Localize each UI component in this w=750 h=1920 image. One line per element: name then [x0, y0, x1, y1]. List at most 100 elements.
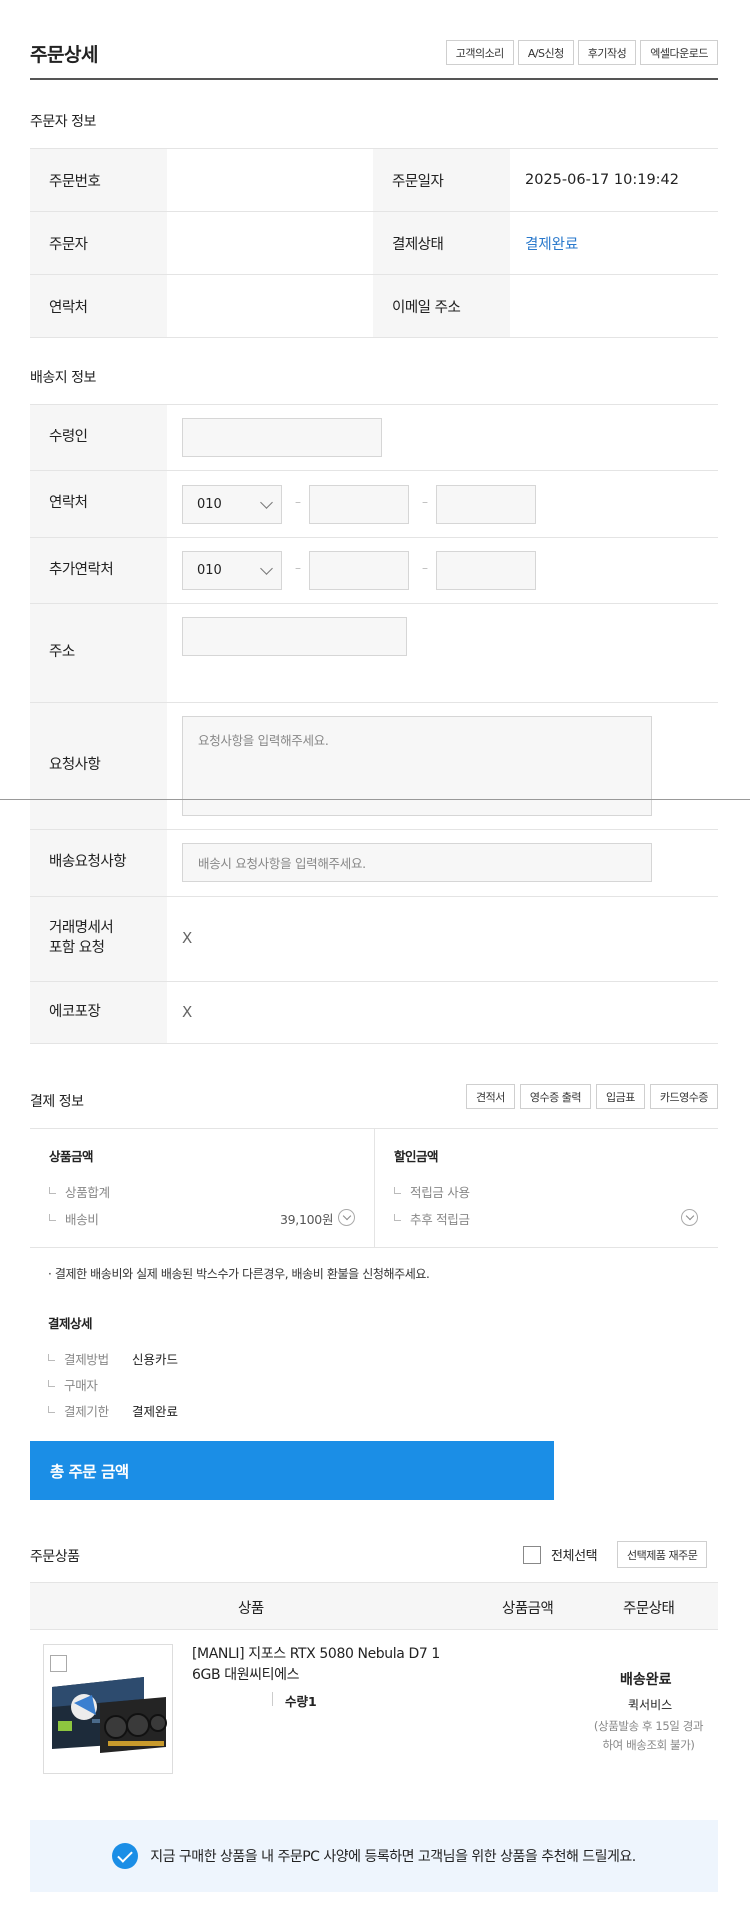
order-date-label: 주문일자	[373, 149, 510, 211]
recipient-label: 수령인	[30, 405, 167, 470]
discount-head: 할인금액	[394, 1149, 439, 1164]
print-receipt-button[interactable]: 영수증 출력	[519, 1084, 592, 1109]
ship-row: 배송요청사항 배송시 요청사항을 입력해주세요.	[30, 830, 718, 897]
eco-packaging-value: X	[182, 1003, 193, 1021]
products-table-header: 상품 상품금액 주문상태	[30, 1583, 718, 1630]
customer-voice-button[interactable]: 고객의소리	[445, 40, 514, 65]
header-actions: 고객의소리 A/S신청 후기작성 엑셀다운로드	[445, 40, 718, 65]
statement-label-line1: 거래명세서	[49, 920, 114, 937]
horizontal-rule	[0, 799, 750, 800]
page-title: 주문상세	[30, 44, 98, 66]
title-divider	[30, 78, 718, 80]
total-order-amount-bar: 총 주문 금액	[30, 1441, 554, 1500]
pc-recommend-text: 지금 구매한 상품을 내 주문PC 사양에 등록하면 고객님을 위한 상품을 추…	[150, 1849, 636, 1865]
payment-deadline-value: 결제완료	[132, 1404, 179, 1419]
statement-label-line2: 포함 요청	[49, 940, 105, 956]
payment-method-row: 결제방법 신용카드	[48, 1349, 178, 1368]
shipping-fee-row: 배송비	[49, 1209, 99, 1228]
excel-download-button[interactable]: 엑셀다운로드	[640, 40, 718, 65]
reorder-selected-button[interactable]: 선택제품 재주문	[617, 1541, 708, 1568]
email-label: 이메일 주소	[373, 275, 510, 337]
check-circle-icon	[112, 1843, 139, 1869]
chevron-down-icon	[260, 496, 273, 509]
chevron-down-icon	[260, 562, 273, 575]
address-label: 주소	[30, 604, 167, 702]
eco-packaging-label: 에코포장	[30, 982, 167, 1043]
contact-prefix-value: 010	[197, 497, 222, 512]
extra-contact-mid-input[interactable]	[309, 551, 409, 590]
ship-row: 주소	[30, 604, 718, 703]
dash-separator: –	[295, 561, 301, 575]
write-review-button[interactable]: 후기작성	[577, 40, 637, 65]
order-products-title: 주문상품	[30, 1549, 80, 1565]
info-row: 주문번호 주문일자 2025-06-17 10:19:42	[30, 149, 718, 212]
as-request-button[interactable]: A/S신청	[517, 40, 574, 65]
shipping-info-table: 수령인 연락처 010 – – 추가연락처 010 – – 주소 요청사항 요청…	[30, 404, 718, 1044]
order-number-value	[167, 149, 373, 211]
dash-separator: –	[422, 561, 428, 575]
shipping-refund-note: · 결제한 배송비와 실제 배송된 박스수가 다른경우, 배송비 환불을 신청해…	[48, 1267, 430, 1281]
extra-contact-prefix-select[interactable]: 010	[182, 551, 282, 590]
payment-actions: 견적서 영수증 출력 입금표 카드영수증	[466, 1084, 718, 1109]
estimate-button[interactable]: 견적서	[466, 1084, 515, 1109]
request-textarea[interactable]: 요청사항을 입력해주세요.	[182, 716, 652, 816]
contact-prefix-select[interactable]: 010	[182, 485, 282, 524]
order-status: 배송완료	[620, 1672, 672, 1688]
deposit-slip-button[interactable]: 입금표	[596, 1084, 645, 1109]
carrier-name: 퀵서비스	[628, 1698, 673, 1712]
dash-separator: –	[422, 495, 428, 509]
delivery-request-label: 배송요청사항	[30, 830, 167, 896]
payment-detail-head: 결제상세	[48, 1316, 93, 1331]
product-checkbox[interactable]	[50, 1655, 67, 1672]
payment-status-value: 결제완료	[525, 236, 579, 253]
col-price: 상품금액	[502, 1601, 554, 1617]
ship-row: 거래명세서 포함 요청 X	[30, 897, 718, 982]
col-product: 상품	[238, 1601, 264, 1617]
extra-contact-label: 추가연락처	[30, 538, 167, 603]
expand-chevron-icon[interactable]	[681, 1209, 698, 1226]
delivery-request-input[interactable]: 배송시 요청사항을 입력해주세요.	[182, 843, 652, 882]
order-products-table: 상품 상품금액 주문상태 [MANLI] 지포스 RTX 5080 Nebula…	[30, 1582, 718, 1835]
contact-last-input[interactable]	[436, 485, 536, 524]
ship-row: 추가연락처 010 – –	[30, 538, 718, 604]
contact-mid-input[interactable]	[309, 485, 409, 524]
info-row: 주문자 결제상태 결제완료	[30, 212, 718, 275]
product-thumbnail[interactable]	[43, 1644, 173, 1774]
shipping-info-title: 배송지 정보	[30, 370, 96, 386]
expand-chevron-icon[interactable]	[338, 1209, 355, 1226]
order-number-label: 주문번호	[30, 149, 167, 211]
payment-status-label: 결제상태	[373, 212, 510, 274]
request-placeholder: 요청사항을 입력해주세요.	[198, 733, 329, 748]
column-divider	[374, 1129, 375, 1247]
payment-info-title: 결제 정보	[30, 1094, 84, 1110]
payment-method-value: 신용카드	[132, 1352, 179, 1367]
shipping-fee-value: 39,100원	[280, 1212, 334, 1227]
select-all[interactable]: 전체선택	[523, 1545, 598, 1564]
product-quantity: 수량1	[285, 1694, 317, 1709]
payment-deadline-row: 결제기한 결제완료	[48, 1401, 178, 1420]
product-name[interactable]: [MANLI] 지포스 RTX 5080 Nebula D7 1 6GB 대원씨…	[192, 1644, 440, 1686]
ship-row: 연락처 010 – –	[30, 471, 718, 538]
statement-label: 거래명세서 포함 요청	[30, 897, 167, 981]
dash-separator: –	[295, 495, 301, 509]
pc-recommend-banner[interactable]: 지금 구매한 상품을 내 주문PC 사양에 등록하면 고객님을 위한 상품을 추…	[30, 1820, 718, 1892]
ship-row: 수령인	[30, 405, 718, 471]
statement-value: X	[182, 929, 193, 947]
table-row: [MANLI] 지포스 RTX 5080 Nebula D7 1 6GB 대원씨…	[30, 1630, 718, 1835]
contact-label: 연락처	[30, 275, 167, 337]
payment-summary: 상품금액 상품합계 배송비 39,100원 할인금액 적립금 사용 추후 적립금	[30, 1128, 718, 1248]
select-all-label: 전체선택	[551, 1549, 598, 1564]
address-input[interactable]	[182, 617, 407, 656]
product-total-row: 상품합계	[49, 1182, 110, 1201]
status-note: (상품발송 후 15일 경과 하여 배송조회 불가)	[593, 1719, 704, 1752]
email-value	[510, 275, 718, 337]
extra-contact-last-input[interactable]	[436, 551, 536, 590]
select-all-checkbox[interactable]	[523, 1545, 541, 1564]
buyer-row: 구매자	[48, 1375, 132, 1394]
info-row: 연락처 이메일 주소	[30, 275, 718, 338]
orderer-info-table: 주문번호 주문일자 2025-06-17 10:19:42 주문자 결제상태 결…	[30, 148, 718, 338]
recipient-input[interactable]	[182, 418, 382, 457]
ship-row: 에코포장 X	[30, 982, 718, 1044]
product-amount-head: 상품금액	[49, 1149, 94, 1164]
card-receipt-button[interactable]: 카드영수증	[649, 1084, 718, 1109]
